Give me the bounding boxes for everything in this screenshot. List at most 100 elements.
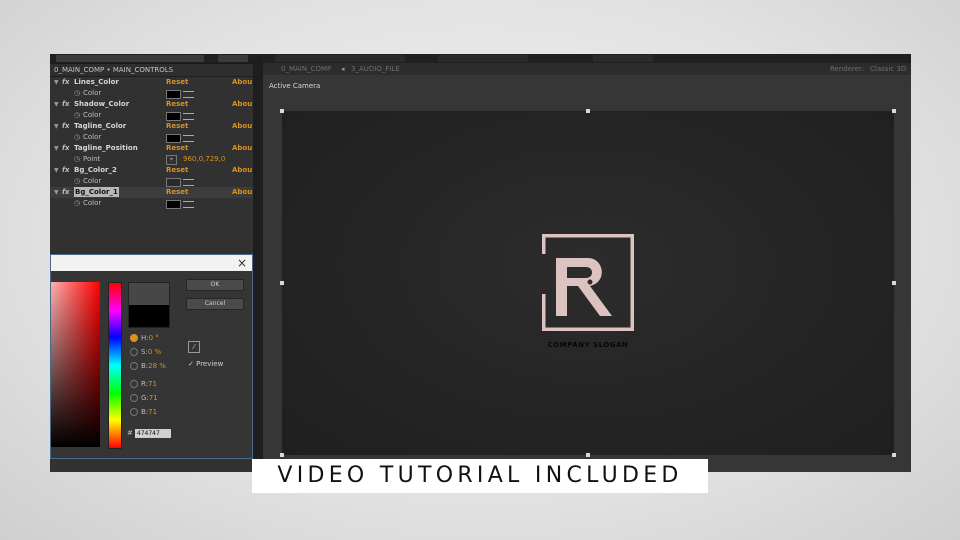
saturation-radio[interactable]: [130, 348, 138, 356]
handle-top-left[interactable]: [280, 109, 284, 113]
expand-triangle-icon[interactable]: ▼: [54, 165, 59, 176]
expand-triangle-icon[interactable]: ▼: [54, 121, 59, 132]
effect-controls-tab[interactable]: [56, 55, 204, 62]
composition-tab[interactable]: [275, 55, 405, 62]
effect-row[interactable]: ▼ fx Tagline_Position Reset Abou: [50, 143, 253, 154]
effect-name: Bg_Color_2: [74, 166, 117, 174]
tab-main-comp[interactable]: 0_MAIN_COMP: [281, 63, 331, 75]
effect-row[interactable]: ▼ fx Bg_Color_1 Reset Abou: [50, 187, 253, 198]
stopwatch-icon[interactable]: ◷: [74, 88, 80, 99]
close-icon[interactable]: ×: [237, 255, 247, 271]
hex-input[interactable]: 474747: [134, 428, 171, 438]
reset-link[interactable]: Reset: [166, 187, 188, 198]
eyedropper-icon[interactable]: ⁄: [188, 341, 200, 353]
expand-triangle-icon[interactable]: ▼: [54, 187, 59, 198]
reset-link[interactable]: Reset: [166, 77, 188, 88]
composition-tab-2[interactable]: [438, 55, 528, 62]
reset-link[interactable]: Reset: [166, 121, 188, 132]
eyedropper-icon[interactable]: [183, 135, 194, 142]
param-label: Point: [83, 155, 101, 163]
blue-row[interactable]: B:71: [130, 407, 157, 417]
handle-top-center[interactable]: [586, 109, 590, 113]
eyedropper-icon[interactable]: [183, 201, 194, 208]
original-color-swatch[interactable]: [129, 305, 169, 327]
handle-mid-left[interactable]: [280, 281, 284, 285]
about-link[interactable]: Abou: [232, 99, 252, 110]
fx-icon[interactable]: fx: [62, 187, 70, 198]
hue-row[interactable]: H:0 °: [130, 333, 159, 343]
green-radio[interactable]: [130, 394, 138, 402]
effect-row[interactable]: ▼ fx Lines_Color Reset Abou: [50, 77, 253, 88]
about-link[interactable]: Abou: [232, 143, 252, 154]
cancel-button[interactable]: Cancel: [186, 298, 244, 310]
point-value[interactable]: 960,0,729,0: [183, 154, 225, 165]
reset-link[interactable]: Reset: [166, 165, 188, 176]
green-value[interactable]: 71: [149, 394, 158, 402]
handle-mid-right[interactable]: [892, 281, 896, 285]
ok-button[interactable]: OK: [186, 279, 244, 291]
handle-bottom-left[interactable]: [280, 453, 284, 457]
fx-icon[interactable]: fx: [62, 77, 70, 88]
panel-divider[interactable]: [253, 54, 263, 472]
eyedropper-icon[interactable]: [183, 91, 194, 98]
preview-checkbox[interactable]: ✓ Preview: [188, 360, 223, 368]
stopwatch-icon[interactable]: ◷: [74, 198, 80, 209]
red-radio[interactable]: [130, 380, 138, 388]
effect-controls-tab-2[interactable]: [218, 55, 248, 62]
saturation-value[interactable]: 0 %: [148, 348, 161, 356]
effect-row[interactable]: ▼ fx Tagline_Color Reset Abou: [50, 121, 253, 132]
color-swatch[interactable]: [166, 90, 181, 99]
stopwatch-icon[interactable]: ◷: [74, 176, 80, 187]
composition-tab-3[interactable]: [593, 55, 653, 62]
hue-slider[interactable]: [108, 282, 122, 449]
brightness-row[interactable]: B:28 %: [130, 361, 166, 371]
color-picker-titlebar[interactable]: ×: [51, 255, 252, 271]
effect-row[interactable]: ▼ fx Shadow_Color Reset Abou: [50, 99, 253, 110]
param-label: Color: [83, 177, 102, 185]
green-row[interactable]: G:71: [130, 393, 158, 403]
reset-link[interactable]: Reset: [166, 99, 188, 110]
about-link[interactable]: Abou: [232, 77, 252, 88]
composition-canvas[interactable]: COMPANY SLOGAN: [282, 111, 894, 455]
saturation-row[interactable]: S:0 %: [130, 347, 161, 357]
handle-top-right[interactable]: [892, 109, 896, 113]
color-swatch[interactable]: [166, 134, 181, 143]
brightness-radio[interactable]: [130, 362, 138, 370]
effect-param-row: ◷ Color: [50, 110, 253, 121]
red-value[interactable]: 71: [148, 380, 157, 388]
eyedropper-icon[interactable]: [183, 179, 194, 186]
stopwatch-icon[interactable]: ◷: [74, 154, 80, 165]
color-swatch[interactable]: [166, 178, 181, 187]
effect-row[interactable]: ▼ fx Bg_Color_2 Reset Abou: [50, 165, 253, 176]
reset-link[interactable]: Reset: [166, 143, 188, 154]
blue-value[interactable]: 71: [148, 408, 157, 416]
renderer-value[interactable]: Classic 3D: [870, 63, 906, 75]
brightness-value[interactable]: 28 %: [148, 362, 166, 370]
fx-icon[interactable]: fx: [62, 99, 70, 110]
color-swatch[interactable]: [166, 112, 181, 121]
color-swatch[interactable]: [166, 200, 181, 209]
saturation-brightness-field[interactable]: [51, 282, 100, 447]
expand-triangle-icon[interactable]: ▼: [54, 77, 59, 88]
effect-name: Lines_Color: [74, 78, 119, 86]
eyedropper-icon[interactable]: [183, 113, 194, 120]
hue-value[interactable]: 0 °: [149, 334, 159, 342]
expand-triangle-icon[interactable]: ▼: [54, 99, 59, 110]
stopwatch-icon[interactable]: ◷: [74, 110, 80, 121]
handle-bottom-right[interactable]: [892, 453, 896, 457]
about-link[interactable]: Abou: [232, 121, 252, 132]
red-row[interactable]: R:71: [130, 379, 157, 389]
tab-audio-file[interactable]: 3_AUDIO_FILE: [351, 63, 400, 75]
param-label: Color: [83, 111, 102, 119]
fx-icon[interactable]: fx: [62, 121, 70, 132]
handle-bottom-center[interactable]: [586, 453, 590, 457]
stopwatch-icon[interactable]: ◷: [74, 132, 80, 143]
fx-icon[interactable]: fx: [62, 143, 70, 154]
blue-radio[interactable]: [130, 408, 138, 416]
hue-radio[interactable]: [130, 334, 138, 342]
expand-triangle-icon[interactable]: ▼: [54, 143, 59, 154]
crosshair-icon[interactable]: ⌖: [166, 155, 177, 165]
about-link[interactable]: Abou: [232, 165, 252, 176]
fx-icon[interactable]: fx: [62, 165, 70, 176]
about-link[interactable]: Abou: [232, 187, 252, 198]
